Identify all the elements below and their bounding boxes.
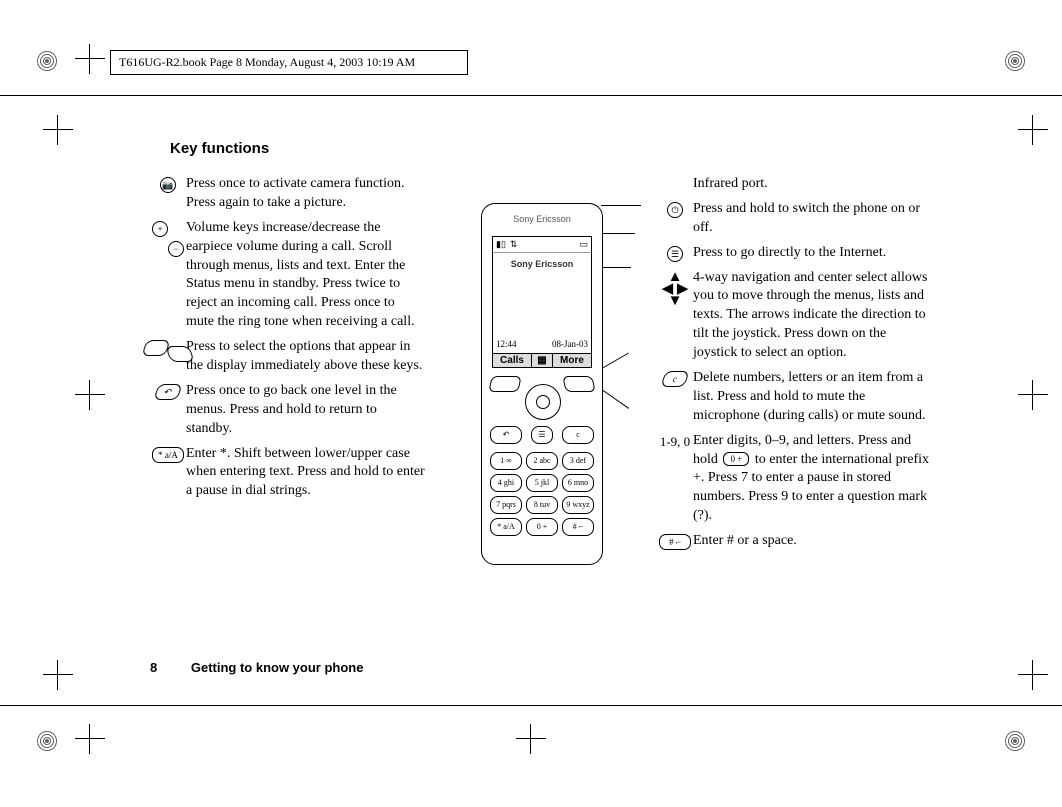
section-title: Key functions xyxy=(170,140,940,157)
crop-mark-icon xyxy=(1018,660,1048,690)
key-entry: * a/AEnter *. Shift between lower/upper … xyxy=(150,445,425,502)
key-entry: ☰ Press to go directly to the Internet. xyxy=(657,244,932,263)
key-description: Infrared port. xyxy=(693,175,932,194)
phone-keypad-key: 2 abc xyxy=(526,452,558,470)
phone-clear-key: c xyxy=(562,426,594,444)
rule-line xyxy=(0,705,1062,706)
phone-keypad-key: * a/A xyxy=(490,518,522,536)
key-entry: ↶Press once to go back one level in the … xyxy=(150,382,425,439)
key-description: Enter # or a space. xyxy=(693,532,932,551)
crop-mark-icon xyxy=(516,724,546,754)
key-description: Enter digits, 0–9, and letters. Press an… xyxy=(693,432,932,526)
key-entry: Infrared port. xyxy=(657,175,932,194)
key-functions-right-column: Infrared port. ⏻ Press and hold to switch … xyxy=(657,175,932,557)
power-key-icon: ⏻ xyxy=(667,202,683,218)
crop-mark-icon xyxy=(1018,380,1048,410)
phone-softkey-right xyxy=(562,376,595,392)
crop-mark-icon xyxy=(1018,115,1048,145)
phone-illustration: Sony Ericsson ▮▯⇅ ▭ Sony Ericsson 12:44 … xyxy=(441,175,641,585)
phone-keypad-key: 9 wxyz xyxy=(562,496,594,514)
digit-keys-icon: 1-9, 0 xyxy=(660,434,690,450)
key-description: Delete numbers, letters or an item from … xyxy=(693,369,932,426)
rule-line xyxy=(0,95,1062,96)
key-entry: cDelete numbers, letters or an item from… xyxy=(657,369,932,426)
key-entry: 1-9, 0Enter digits, 0–9, and letters. Pr… xyxy=(657,432,932,526)
phone-joystick xyxy=(525,384,561,420)
register-mark-icon xyxy=(36,730,58,752)
phone-softkey-right-label: More xyxy=(553,354,591,367)
key-description: Press once to activate camera function. … xyxy=(186,175,425,213)
hash-key-icon: # ⌐ xyxy=(659,534,691,550)
phone-screen-time: 12:44 xyxy=(496,339,517,349)
phone-screen-date: 08-Jan-03 xyxy=(552,339,588,349)
clear-key-icon: c xyxy=(660,371,689,387)
register-mark-icon xyxy=(1004,730,1026,752)
key-entry: 📷 Press once to activate camera function.… xyxy=(150,175,425,213)
internet-key-icon: ☰ xyxy=(667,246,683,262)
phone-keypad-key: # ⌐ xyxy=(562,518,594,536)
crop-mark-icon xyxy=(43,115,73,145)
phone-screen: ▮▯⇅ ▭ Sony Ericsson 12:44 08-Jan-03 Call… xyxy=(492,236,592,368)
volume-up-key-icon: + xyxy=(152,221,168,237)
star-key-icon: * a/A xyxy=(152,447,184,463)
key-entry: ⏻ Press and hold to switch the phone on o… xyxy=(657,200,932,238)
phone-softkey-left xyxy=(488,376,521,392)
volume-down-key-icon: − xyxy=(168,241,184,257)
key-description: Press once to go back one level in the m… xyxy=(186,382,425,439)
phone-keypad-key: 6 mno xyxy=(562,474,594,492)
zero-key-icon: 0 + xyxy=(723,452,749,466)
back-key-icon: ↶ xyxy=(153,384,182,400)
key-entry: Press to select the options that appear … xyxy=(150,338,425,376)
register-mark-icon xyxy=(36,50,58,72)
phone-internet-key: ☰ xyxy=(531,426,553,444)
phone-screen-brand: Sony Ericsson xyxy=(493,253,591,269)
crop-mark-icon xyxy=(75,724,105,754)
key-entry: # ⌐Enter # or a space. xyxy=(657,532,932,551)
crop-mark-icon xyxy=(75,380,105,410)
key-entry: +−Volume keys increase/decrease the earp… xyxy=(150,219,425,332)
footer-section: Getting to know your phone xyxy=(191,660,364,675)
camera-key-icon: 📷 xyxy=(160,177,176,193)
key-description: 4-way navigation and center select allow… xyxy=(693,269,932,363)
phone-keypad-key: 8 tuv xyxy=(526,496,558,514)
phone-softkey-left-label: Calls xyxy=(493,354,532,367)
key-description: Enter *. Shift between lower/upper case … xyxy=(186,445,425,502)
phone-back-key: ↶ xyxy=(490,426,522,444)
phone-keypad-key: 4 ghi xyxy=(490,474,522,492)
joystick-icon: ▲◀ ▶▼ xyxy=(660,271,690,307)
phone-keypad-key: 7 pqrs xyxy=(490,496,522,514)
key-description: Press to select the options that appear … xyxy=(186,338,425,376)
register-mark-icon xyxy=(1004,50,1026,72)
phone-brand-label: Sony Ericsson xyxy=(482,214,602,224)
crop-mark-icon xyxy=(43,660,73,690)
softkey-left-icon xyxy=(141,340,170,356)
key-description: Volume keys increase/decrease the earpie… xyxy=(186,219,425,332)
page-footer: 8 Getting to know your phone xyxy=(150,660,363,675)
key-entry: ▲◀ ▶▼4-way navigation and center select … xyxy=(657,269,932,363)
page-meta: T616UG-R2.book Page 8 Monday, August 4, … xyxy=(110,50,468,75)
crop-mark-icon xyxy=(75,44,105,74)
phone-keypad-key: 3 def xyxy=(562,452,594,470)
key-functions-left-column: 📷 Press once to activate camera function.… xyxy=(150,175,425,507)
page-number: 8 xyxy=(150,660,157,675)
key-description: Press to go directly to the Internet. xyxy=(693,244,932,263)
phone-keypad-key: 0 + xyxy=(526,518,558,536)
phone-keypad-key: 5 jkl xyxy=(526,474,558,492)
phone-keypad-key: 1 ∞ xyxy=(490,452,522,470)
key-description: Press and hold to switch the phone on or… xyxy=(693,200,932,238)
